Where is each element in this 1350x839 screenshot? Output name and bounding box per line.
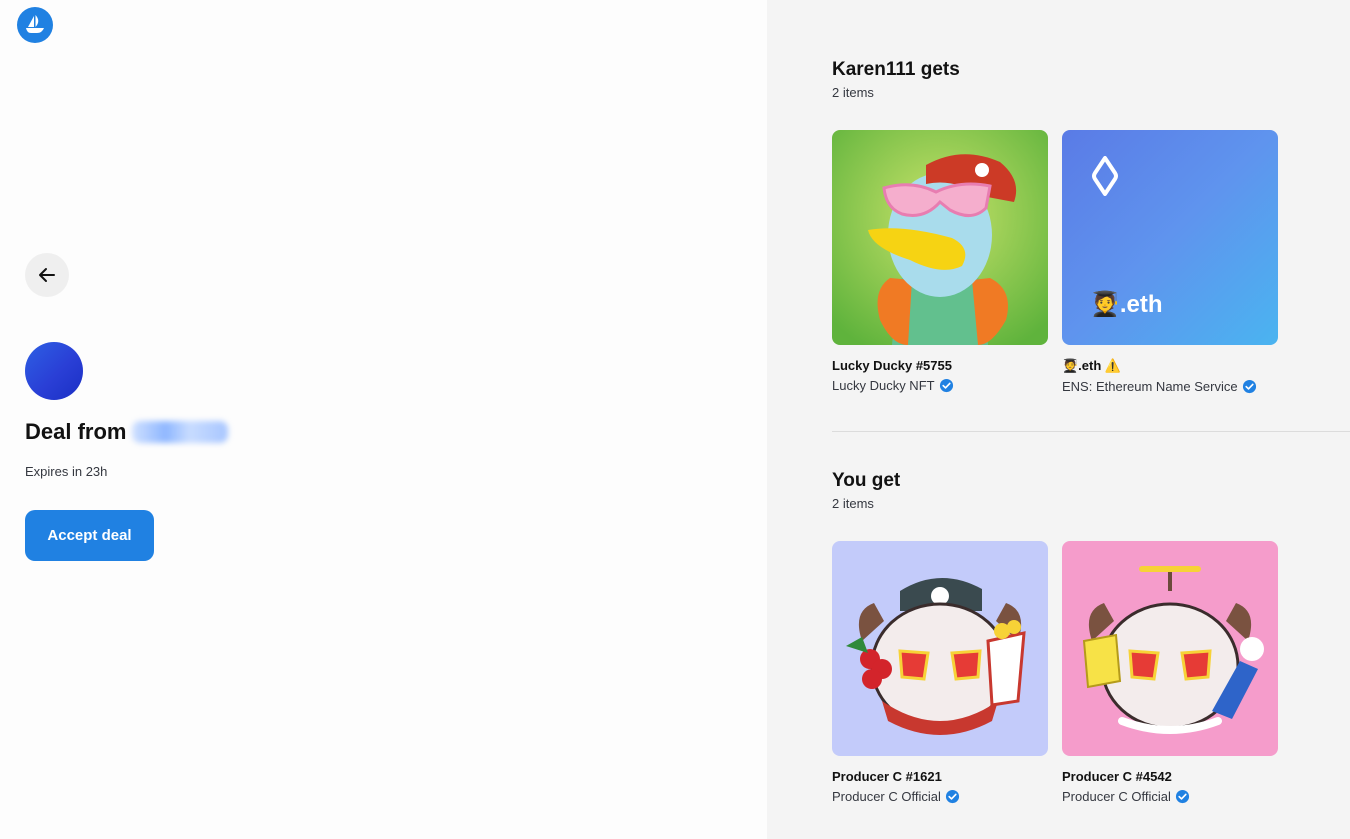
nft-name[interactable]: 🧑‍🎓.eth ⚠️: [1062, 358, 1278, 374]
sender-name-redacted: [132, 421, 229, 443]
nft-card[interactable]: Producer C #1621 Producer C Official: [832, 541, 1048, 804]
verified-badge-icon: [1242, 379, 1256, 394]
nft-card[interactable]: Lucky Ducky #5755 Lucky Ducky NFT: [832, 130, 1048, 393]
accept-deal-button[interactable]: Accept deal: [25, 510, 154, 561]
producer-c-1621-image: [832, 541, 1048, 756]
sender-avatar: [25, 342, 83, 400]
collection-name[interactable]: Lucky Ducky NFT: [832, 378, 935, 393]
ens-image: 🧑‍🎓.eth: [1062, 130, 1278, 345]
you-get-title: You get: [832, 470, 901, 491]
collection-row: ENS: Ethereum Name Service: [1062, 379, 1278, 394]
items-panel: Karen111 gets 2 items Lucky Ducky #5755 …: [767, 0, 1350, 839]
nft-name[interactable]: Producer C #1621: [832, 769, 1048, 784]
collection-row: Lucky Ducky NFT: [832, 378, 1048, 393]
nft-card[interactable]: Producer C #4542 Producer C Official: [1062, 541, 1278, 804]
nft-name[interactable]: Lucky Ducky #5755: [832, 358, 1048, 373]
collection-name[interactable]: ENS: Ethereum Name Service: [1062, 379, 1238, 394]
collection-name[interactable]: Producer C Official: [1062, 789, 1171, 804]
collection-name[interactable]: Producer C Official: [832, 789, 941, 804]
back-button[interactable]: [25, 253, 69, 297]
verified-badge-icon: [1175, 789, 1189, 804]
collection-row: Producer C Official: [1062, 789, 1278, 804]
deal-title-prefix: Deal from: [25, 419, 127, 444]
arrow-left-icon: [39, 268, 55, 282]
they-get-count: 2 items: [832, 85, 874, 100]
expiry-text: Expires in 23h: [25, 464, 108, 479]
they-get-title: Karen111 gets: [832, 59, 960, 80]
lucky-ducky-image: [832, 130, 1048, 345]
ens-logo-icon: [1092, 156, 1118, 196]
you-get-count: 2 items: [832, 496, 874, 511]
collection-row: Producer C Official: [832, 789, 1048, 804]
section-divider: [832, 431, 1350, 432]
deal-panel: Deal from Expires in 23h Accept deal: [0, 0, 767, 839]
nft-card[interactable]: 🧑‍🎓.eth 🧑‍🎓.eth ⚠️ ENS: Ethereum Name Se…: [1062, 130, 1278, 394]
verified-badge-icon: [939, 378, 953, 393]
nft-name[interactable]: Producer C #4542: [1062, 769, 1278, 784]
opensea-logo-icon[interactable]: [17, 7, 53, 43]
deal-title: Deal from: [25, 419, 229, 445]
ens-domain-label: 🧑‍🎓.eth: [1090, 291, 1163, 318]
verified-badge-icon: [945, 789, 959, 804]
producer-c-4542-image: [1062, 541, 1278, 756]
